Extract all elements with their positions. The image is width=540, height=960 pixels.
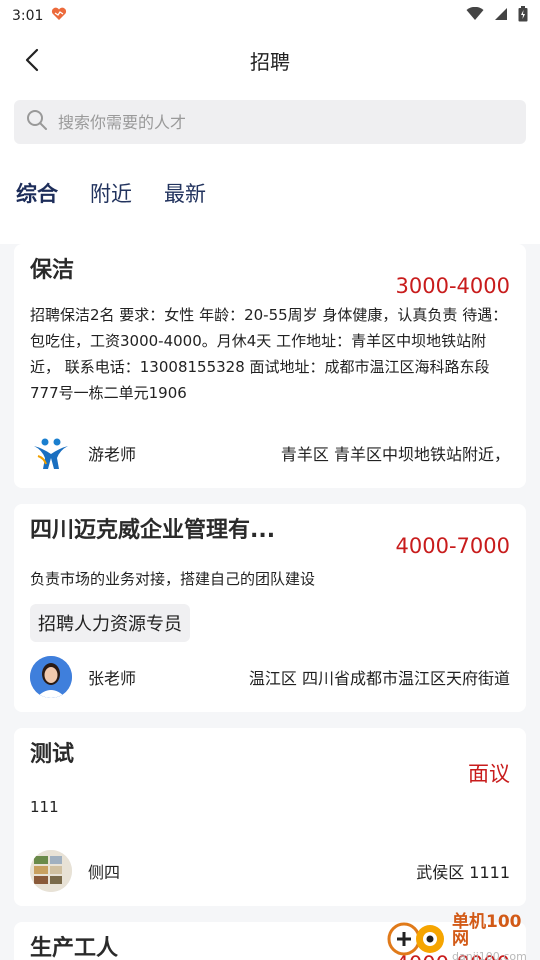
- job-location: 青羊区 青羊区中坝地铁站附近，: [280, 445, 510, 464]
- watermark: 单机100网 danji100.com: [386, 913, 536, 960]
- watermark-url: danji100.com: [452, 949, 527, 960]
- salary: 3000-4000: [395, 274, 510, 298]
- wifi-icon: [466, 6, 484, 25]
- search-icon: [26, 109, 48, 135]
- job-location: 武侯区 1111: [416, 863, 510, 882]
- job-card[interactable]: 四川迈克威企业管理有... 4000-7000 负责市场的业务对接，搭建自己的团…: [14, 504, 526, 712]
- back-button[interactable]: [16, 44, 48, 76]
- job-title: 测试: [30, 742, 75, 767]
- job-card[interactable]: 保洁 3000-4000 招聘保洁2名 要求：女性 年龄：20-55周岁 身体健…: [14, 244, 526, 488]
- contact-name: 侧四: [88, 863, 121, 882]
- contact-avatar: [30, 656, 72, 698]
- job-description: 111: [30, 798, 59, 816]
- job-tag: 招聘人力资源专员: [30, 604, 190, 642]
- signal-icon: [494, 7, 508, 25]
- heart-app-icon: [51, 7, 67, 25]
- watermark-name: 单机100网: [452, 911, 522, 949]
- job-description: 负责市场的业务对接，搭建自己的团队建设: [30, 570, 316, 588]
- contact-name: 游老师: [88, 445, 137, 464]
- battery-icon: [518, 6, 528, 26]
- top-nav: 招聘: [0, 32, 540, 88]
- status-bar: 3:01: [0, 0, 540, 32]
- job-location: 温江区 四川省成都市温江区天府街道: [248, 669, 510, 688]
- job-card[interactable]: 测试 面议 111 侧四 武侯区 1111: [14, 728, 526, 906]
- job-title: 四川迈克威企业管理有...: [30, 518, 276, 543]
- salary: 4000-7000: [395, 534, 510, 558]
- salary: 面议: [468, 762, 510, 786]
- tab-nearby[interactable]: 附近: [90, 178, 132, 244]
- chevron-left-icon: [25, 48, 39, 72]
- clock: 3:01: [12, 8, 44, 24]
- search-section: [0, 88, 540, 144]
- job-list: 保洁 3000-4000 招聘保洁2名 要求：女性 年龄：20-55周岁 身体健…: [0, 244, 540, 960]
- search-input[interactable]: [58, 112, 514, 132]
- contact-name: 张老师: [88, 669, 137, 688]
- search-bar[interactable]: [14, 100, 526, 144]
- job-description: 招聘保洁2名 要求：女性 年龄：20-55周岁 身体健康，认真负责 待遇：包吃住…: [30, 306, 508, 402]
- tab-bar: 综合 附近 最新: [0, 144, 540, 244]
- page-title: 招聘: [250, 49, 290, 74]
- job-title: 保洁: [30, 258, 75, 283]
- tab-latest[interactable]: 最新: [164, 178, 206, 244]
- company-logo-avatar: [30, 432, 72, 474]
- tab-comprehensive[interactable]: 综合: [16, 178, 58, 244]
- job-title: 生产工人: [30, 936, 119, 960]
- contact-avatar: [30, 850, 72, 892]
- watermark-logo-icon: [386, 917, 448, 960]
